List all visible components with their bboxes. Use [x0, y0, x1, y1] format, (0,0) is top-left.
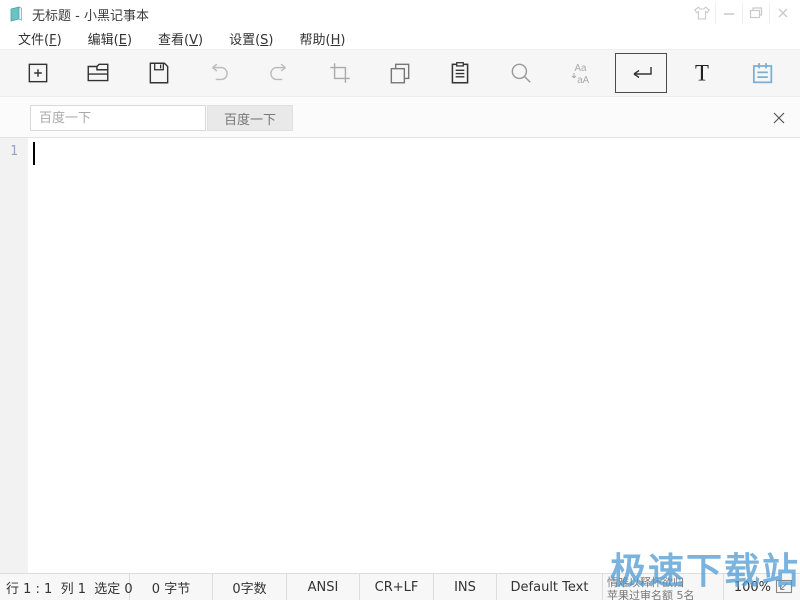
- status-word-count: 0字数: [213, 574, 287, 600]
- crop-button[interactable]: [314, 53, 366, 93]
- undo-button[interactable]: [193, 53, 245, 93]
- notepad-skin-icon: [752, 63, 773, 84]
- case-convert-icon: Aa aA: [571, 63, 590, 86]
- open-file-button[interactable]: [72, 53, 124, 93]
- skin-icon: [693, 5, 710, 19]
- menu-view[interactable]: 查看(V): [148, 29, 213, 48]
- toolbar: Aa aA T: [0, 49, 800, 96]
- editor-area[interactable]: 1: [0, 138, 800, 573]
- font-icon: T: [695, 61, 709, 86]
- status-bar: 行 1 : 1 列 1 选定 0 0 字节 0字数 ANSI CR+LF INS…: [0, 573, 800, 600]
- status-ad-line1: 情难以释怀欲归: [607, 576, 684, 589]
- search-close-button[interactable]: [771, 110, 787, 126]
- copy-icon: [390, 63, 410, 84]
- zoom-scale-icon: [775, 579, 793, 594]
- font-button[interactable]: T: [676, 53, 728, 93]
- search-bar: 百度一下: [0, 96, 800, 138]
- status-encoding[interactable]: ANSI: [287, 574, 360, 600]
- menu-bar: 文件(F) 编辑(E) 查看(V) 设置(S) 帮助(H): [0, 28, 800, 49]
- search-icon: [511, 63, 531, 83]
- notepad-skin-button[interactable]: [736, 53, 788, 93]
- text-area[interactable]: [28, 138, 800, 573]
- crop-icon: [329, 63, 350, 83]
- save-button[interactable]: [133, 53, 185, 93]
- word-wrap-button[interactable]: [615, 53, 668, 93]
- search-close-icon: [773, 112, 785, 124]
- svg-text:T: T: [695, 61, 709, 86]
- close-icon: [778, 8, 788, 18]
- baidu-search-button[interactable]: 百度一下: [207, 105, 293, 131]
- zoom-level: 100%: [733, 579, 771, 595]
- new-file-button[interactable]: [12, 53, 64, 93]
- status-syntax-mode[interactable]: Default Text: [497, 574, 603, 600]
- app-icon: [10, 6, 22, 22]
- status-byte-count: 0 字节: [130, 574, 213, 600]
- status-ad-text[interactable]: 情难以释怀欲归 苹果过审名额 5名: [603, 574, 724, 600]
- minimize-button[interactable]: [715, 2, 742, 24]
- save-icon: [149, 62, 169, 84]
- redo-button[interactable]: [253, 53, 305, 93]
- window-controls: [688, 2, 796, 24]
- menu-settings[interactable]: 设置(S): [219, 29, 283, 48]
- paste-button[interactable]: [434, 53, 486, 93]
- redo-icon: [270, 63, 287, 81]
- line-number-gutter: 1: [0, 138, 28, 573]
- text-caret: [33, 142, 35, 165]
- open-file-icon: [87, 63, 109, 82]
- close-button[interactable]: [769, 2, 796, 24]
- menu-help[interactable]: 帮助(H): [290, 29, 356, 48]
- maximize-icon: [749, 7, 763, 19]
- window-title: 无标题 - 小黑记事本: [32, 8, 149, 24]
- title-bar: 无标题 - 小黑记事本: [0, 0, 800, 28]
- menu-edit[interactable]: 编辑(E): [78, 29, 142, 48]
- word-wrap-icon: [633, 67, 652, 79]
- search-button[interactable]: [495, 53, 547, 93]
- line-number: 1: [10, 144, 18, 159]
- status-ad-line2: 苹果过审名额 5名: [607, 589, 695, 600]
- menu-file[interactable]: 文件(F): [8, 29, 72, 48]
- copy-button[interactable]: [374, 53, 426, 93]
- skin-button[interactable]: [688, 2, 715, 24]
- paste-icon: [451, 62, 469, 84]
- undo-icon: [212, 63, 228, 81]
- new-file-icon: [28, 63, 48, 83]
- svg-text:Aa: Aa: [574, 63, 587, 74]
- case-convert-button[interactable]: Aa aA: [555, 53, 607, 93]
- status-cursor-position: 行 1 : 1 列 1 选定 0: [0, 574, 133, 600]
- svg-text:aA: aA: [577, 75, 589, 86]
- minimize-icon: [724, 13, 734, 15]
- search-input[interactable]: [30, 105, 206, 131]
- status-line-ending[interactable]: CR+LF: [360, 574, 434, 600]
- status-zoom[interactable]: 100%: [724, 574, 800, 600]
- maximize-button[interactable]: [742, 2, 769, 24]
- status-insert-mode[interactable]: INS: [434, 574, 497, 600]
